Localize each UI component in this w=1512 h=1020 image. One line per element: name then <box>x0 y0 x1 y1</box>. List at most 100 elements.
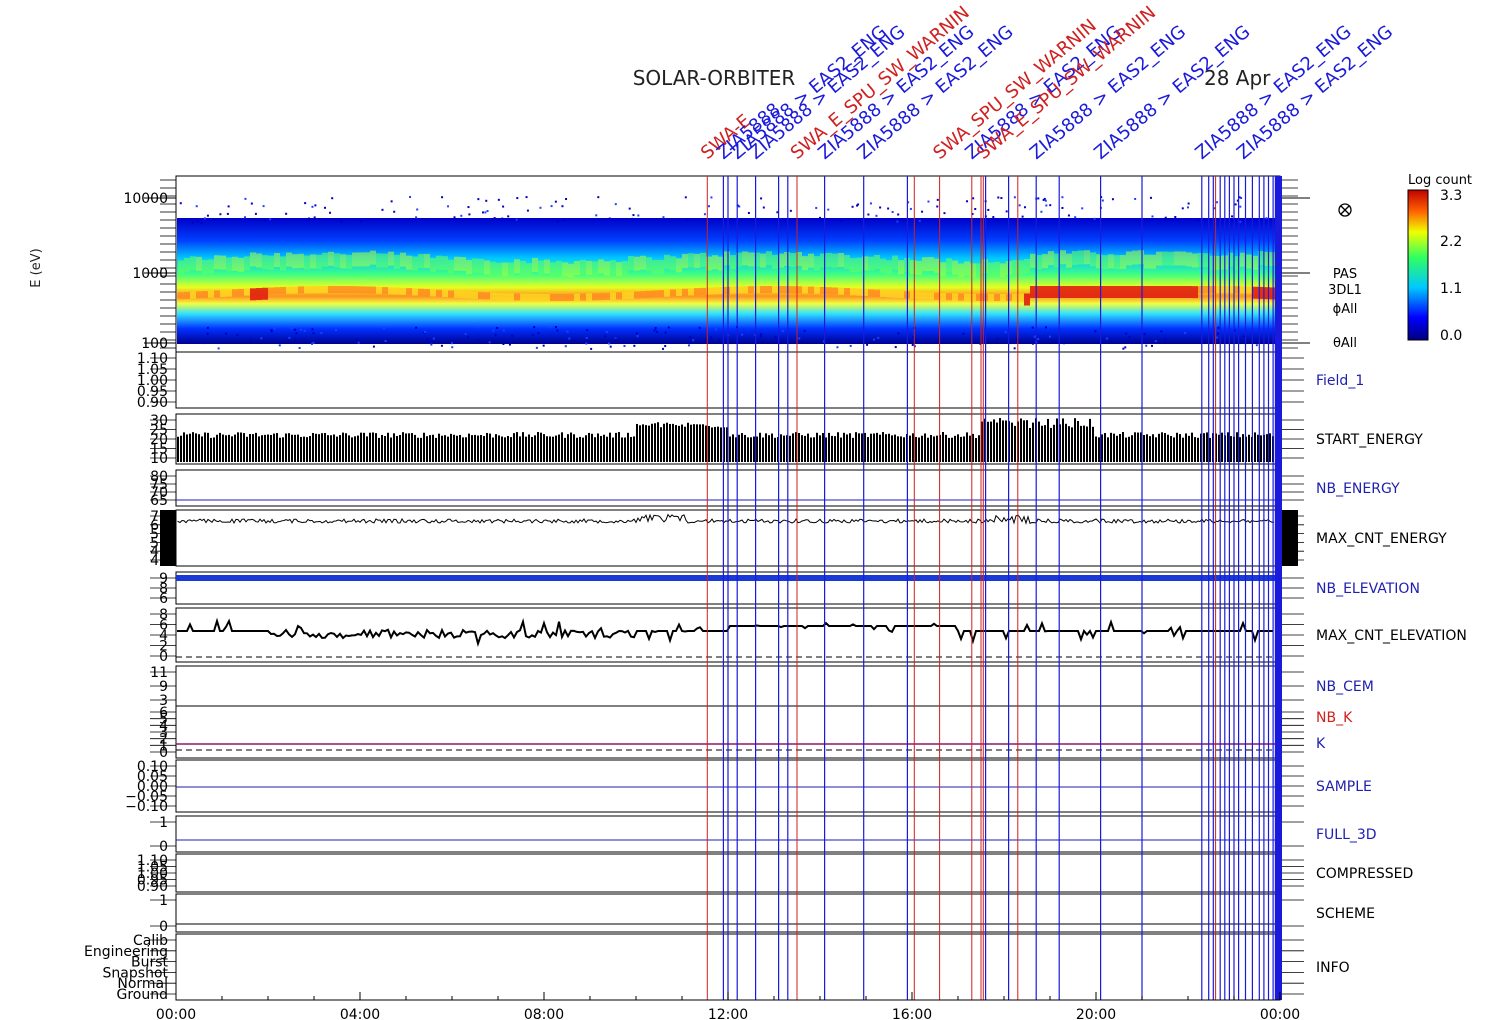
panel-ytick: 10 <box>150 451 168 467</box>
intensity-cell <box>922 257 928 272</box>
noise-dot <box>877 336 880 339</box>
panel-ytick: −0.10 <box>125 799 168 815</box>
panel-ytick: 0.90 <box>137 395 168 411</box>
intensity-cell <box>844 255 850 270</box>
noise-dot <box>827 208 830 211</box>
intensity-cell <box>1162 251 1168 266</box>
intensity-cell <box>526 263 532 278</box>
noise-dot <box>1143 333 1146 336</box>
noise-dot <box>1151 344 1154 347</box>
noise-dot <box>1145 344 1148 347</box>
intensity-cell <box>970 263 976 278</box>
noise-dot <box>628 207 631 210</box>
noise-dot <box>450 342 453 345</box>
noise-dot <box>477 198 480 201</box>
intensity-cell <box>1114 286 1120 298</box>
intensity-cell <box>1102 255 1108 270</box>
noise-dot <box>187 339 190 342</box>
intensity-cell <box>1066 253 1072 268</box>
intensity-cell <box>826 287 832 295</box>
intensity-cell <box>484 260 490 275</box>
noise-dot <box>873 338 876 341</box>
noise-dot <box>507 215 510 218</box>
noise-dot <box>303 329 306 332</box>
intensity-cell <box>772 286 778 294</box>
intensity-cell <box>670 256 676 271</box>
intensity-cell <box>958 263 964 278</box>
intensity-cell <box>322 286 328 294</box>
panel-scheme: 10SCHEME <box>150 893 1375 935</box>
noise-dot <box>943 212 946 215</box>
intensity-cell <box>940 293 946 301</box>
intensity-cell <box>808 286 814 294</box>
noise-dot <box>849 344 852 347</box>
noise-dot <box>1013 347 1016 350</box>
intensity-cell <box>478 292 484 300</box>
noise-dot <box>911 343 914 346</box>
noise-dot <box>987 208 990 211</box>
intensity-cell <box>700 287 706 295</box>
intensity-cell <box>874 289 880 297</box>
noise-dot <box>537 332 540 335</box>
intensity-cell <box>814 286 820 294</box>
noise-dot <box>294 338 297 341</box>
intensity-cell <box>784 286 790 294</box>
intensity-cell <box>214 290 220 298</box>
intensity-cell <box>1246 286 1252 294</box>
intensity-cell <box>1024 293 1030 306</box>
intensity-cell <box>1048 286 1054 298</box>
intensity-cell <box>334 253 340 268</box>
noise-dot <box>636 332 639 335</box>
intensity-cell <box>1036 255 1042 270</box>
noise-dot <box>1154 340 1157 343</box>
noise-dot <box>329 211 332 214</box>
intensity-cell <box>1126 251 1132 266</box>
intensity-cell <box>310 286 316 294</box>
noise-dot <box>496 326 499 329</box>
noise-dot <box>314 204 317 207</box>
noise-dot <box>1125 332 1128 335</box>
colorbar-tick: 3.3 <box>1440 188 1462 204</box>
noise-dot <box>516 197 519 200</box>
intensity-cell <box>262 287 268 300</box>
intensity-cell <box>286 252 292 267</box>
intensity-cell <box>724 251 730 266</box>
noise-dot <box>894 346 897 349</box>
intensity-cell <box>370 250 376 265</box>
noise-dot <box>875 214 878 217</box>
intensity-cell <box>232 289 238 297</box>
colorbar: Log count 3.3 2.2 1.1 0.0 <box>1407 173 1472 344</box>
intensity-cell <box>856 257 862 272</box>
noise-dot <box>1242 335 1245 338</box>
noise-dot <box>815 206 818 209</box>
intensity-cell <box>886 260 892 275</box>
noise-dot <box>323 206 326 209</box>
intensity-cell <box>1198 286 1204 294</box>
intensity-cell <box>466 259 472 274</box>
noise-dot <box>501 217 504 220</box>
intensity-cell <box>496 262 502 277</box>
noise-dot <box>936 205 939 208</box>
intensity-cell <box>586 260 592 275</box>
noise-dot <box>250 202 253 205</box>
noise-dot <box>653 329 656 332</box>
noise-dot <box>1105 337 1108 340</box>
intensity-cell <box>652 290 658 298</box>
intensity-cell <box>382 287 388 295</box>
noise-dot <box>1013 196 1016 199</box>
noise-dot <box>299 328 302 331</box>
noise-dot <box>707 205 710 208</box>
noise-dot <box>390 200 393 203</box>
intensity-cell <box>1138 286 1144 298</box>
noise-dot <box>554 200 557 203</box>
panel-label: MAX_CNT_ENERGY <box>1316 531 1447 547</box>
noise-dot <box>632 214 635 217</box>
noise-dot <box>320 332 323 335</box>
intensity-cell <box>964 261 970 276</box>
noise-dot <box>481 211 484 214</box>
noise-dot <box>312 332 315 335</box>
intensity-cell <box>226 257 232 272</box>
intensity-cell <box>916 291 922 299</box>
noise-dot <box>687 344 690 347</box>
noise-dot <box>270 330 273 333</box>
